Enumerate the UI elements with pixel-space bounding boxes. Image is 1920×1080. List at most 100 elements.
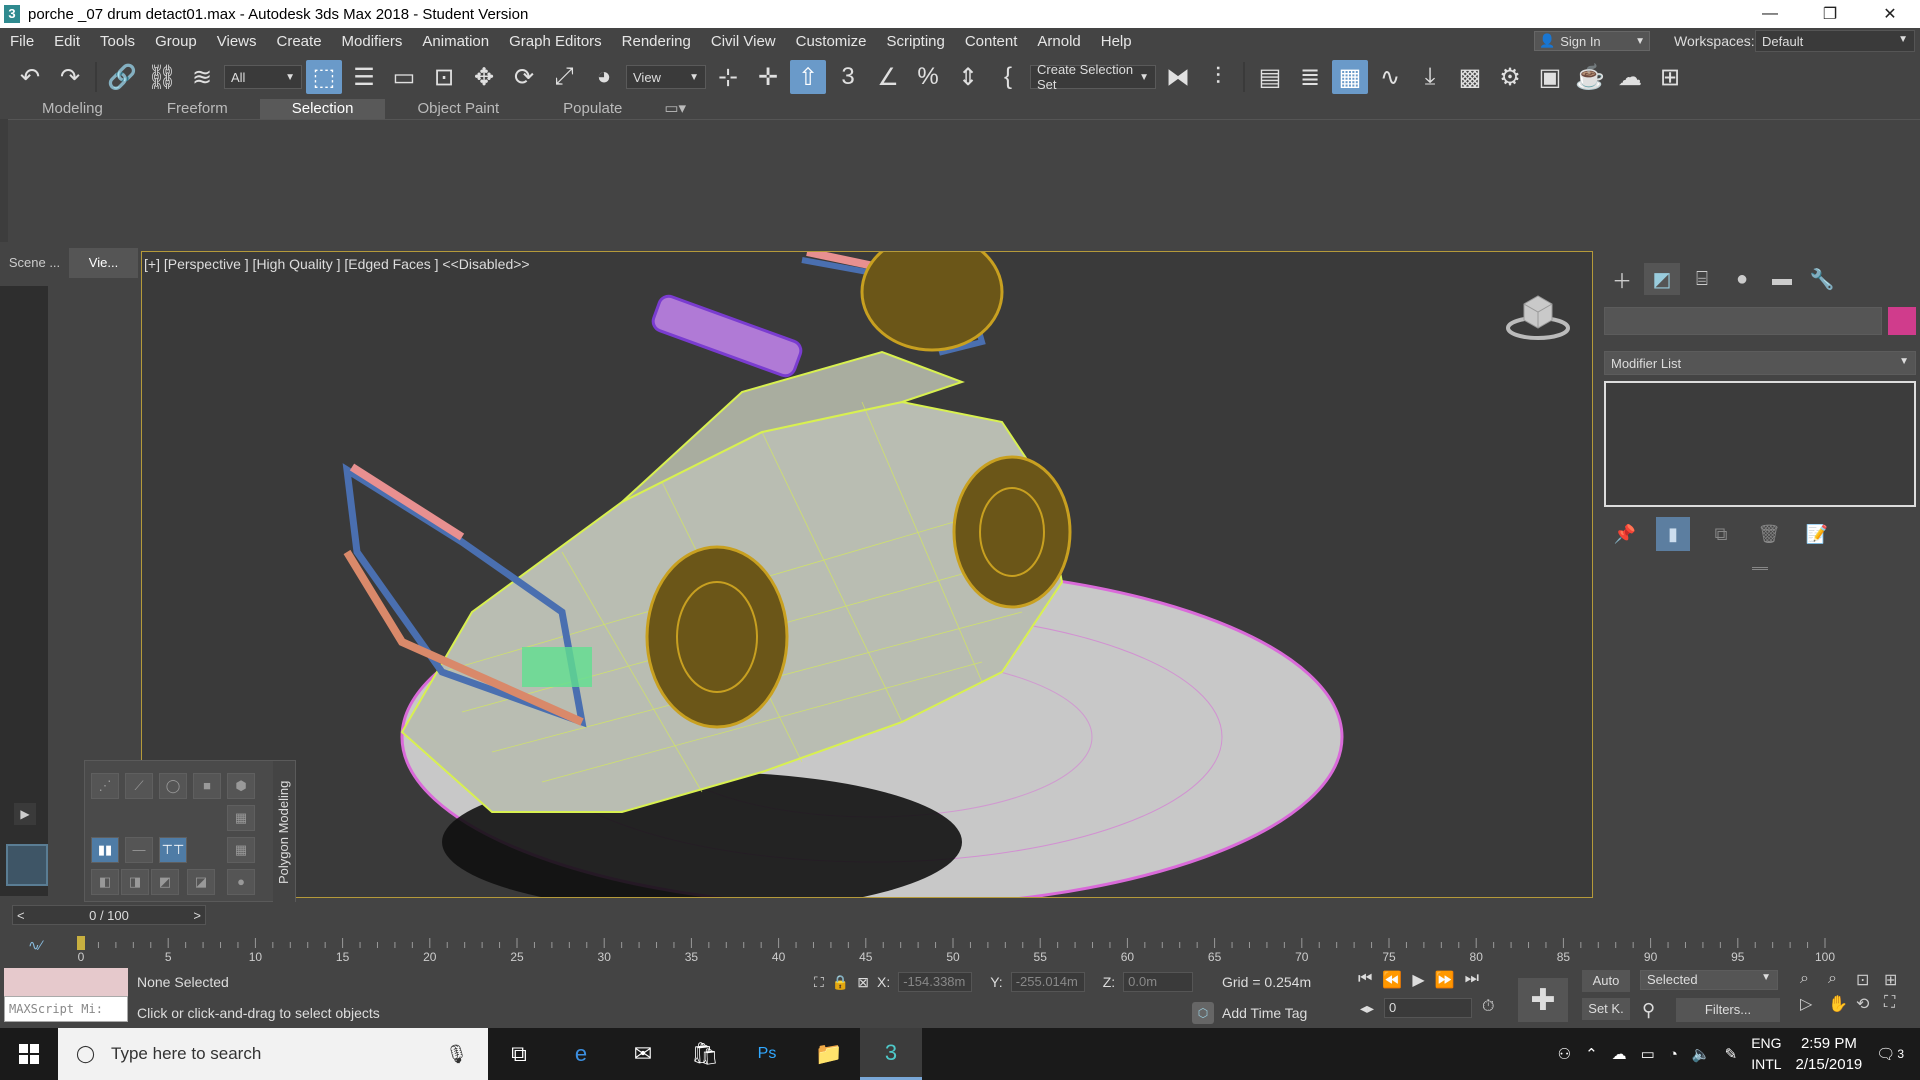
ribbon-grip[interactable] [0,100,8,242]
expand-arrow-icon[interactable]: ▶ [14,803,36,825]
current-frame-marker[interactable] [77,936,85,950]
motion-tab-icon[interactable]: ● [1724,263,1760,295]
reference-coordinate-select[interactable]: View ▼ [626,65,706,89]
go-to-end-icon[interactable]: ⏭ [1465,970,1479,990]
tab-object-paint[interactable]: Object Paint [385,99,531,119]
select-manipulate-icon[interactable]: ✛ [750,60,786,94]
tab-modeling[interactable]: Modeling [10,99,135,119]
pivot-center-icon[interactable]: ⊹ [710,60,746,94]
layer-explorer-icon[interactable]: ≣ [1292,60,1328,94]
go-to-start-icon[interactable]: ⏮ [1358,970,1372,990]
menu-create[interactable]: Create [267,33,332,50]
render-in-cloud-icon[interactable]: ☁ [1612,60,1648,94]
onedrive-icon[interactable]: ☁ [1612,1045,1627,1063]
photoshop-icon[interactable]: Ps [736,1028,798,1080]
curve-editor-mini-icon[interactable]: ∿⁄ [28,937,42,954]
zoom-extents-all-icon[interactable]: ⊞ [1884,970,1912,990]
object-name-field[interactable] [1604,307,1882,335]
panel-resize-grip[interactable] [1752,567,1768,570]
windows-start-icon[interactable] [0,1028,58,1080]
tab-scene-explorer[interactable]: Scene ... [0,248,69,278]
pan-icon[interactable]: ✋ [1828,994,1856,1014]
border-icon[interactable]: ◯ [159,773,187,799]
play-icon[interactable]: ▶ [1412,970,1424,990]
menu-help[interactable]: Help [1091,33,1142,50]
perspective-viewport[interactable] [141,251,1593,898]
tab-viewport-layouts[interactable]: Vie... [69,248,138,278]
timeline-ruler[interactable]: 0 5 10 15 20 25 30 35 40 45 50 55 60 65 70 75 80 85 90 95 10… [77,934,1851,962]
isolate-icon[interactable]: ⛶ [814,974,824,991]
bind-space-warp-icon[interactable]: ≋ [184,60,220,94]
people-icon[interactable]: ⚇ [1558,1045,1571,1063]
ribbon-options-icon[interactable]: ▭▾ [654,99,696,119]
y-coordinate-field[interactable]: -255.014m [1010,972,1085,992]
absolute-mode-icon[interactable]: ⊠ [857,974,869,991]
file-explorer-icon[interactable]: 📁 [798,1028,860,1080]
swift-loop-icon[interactable]: ⊤⊤ [159,837,187,863]
add-time-tag[interactable]: ⬡ Add Time Tag [1192,1002,1307,1024]
wifi-icon[interactable]: ◔ [1669,1046,1678,1063]
key-filters-icon[interactable]: ⚲ [1642,1000,1655,1021]
show-end-result-icon[interactable]: ▮ [1656,517,1690,551]
maxscript-output[interactable] [4,968,128,996]
viewport-label[interactable]: [+] [Perspective ] [High Quality ] [Edge… [144,256,530,272]
edit-named-selection-icon[interactable]: { [990,60,1026,94]
menu-customize[interactable]: Customize [786,33,877,50]
task-view-icon[interactable]: ⧉ [488,1028,550,1080]
zoom-all-icon[interactable]: ⌕ [1828,970,1856,990]
input-language[interactable]: ENG INTL [1751,1033,1781,1075]
battery-icon[interactable]: ▭ [1641,1045,1655,1063]
utilities-tab-icon[interactable]: 🔧 [1804,263,1840,295]
render-production-icon[interactable]: ☕ [1572,60,1608,94]
toggle-ribbon-icon[interactable]: ▦ [1332,60,1368,94]
maximize-viewport-icon[interactable]: ⛶ [1884,994,1912,1014]
scene-explorer-icon[interactable]: ▤ [1252,60,1288,94]
undo-icon[interactable]: ↶ [12,60,48,94]
viewport-layout-thumbnail[interactable] [6,844,48,886]
pen-workspace-icon[interactable]: ✎ [1725,1045,1738,1063]
polygon-icon[interactable]: ■ [193,773,221,799]
edge-browser-icon[interactable]: e [550,1028,612,1080]
modifier-stack[interactable] [1604,381,1916,507]
pin-stack-icon[interactable]: 📌 [1608,517,1642,551]
auto-key-button[interactable]: Auto [1582,970,1630,992]
create-selection-set-select[interactable]: Create Selection Set ▼ [1030,62,1156,92]
menu-graph-editors[interactable]: Graph Editors [499,33,612,50]
keyboard-shortcut-override-icon[interactable]: ⇧ [790,60,826,94]
edge-icon[interactable]: ⟋ [125,773,153,799]
lock-icon[interactable]: 🔒 [832,974,849,991]
menu-edit[interactable]: Edit [44,33,90,50]
menu-civil-view[interactable]: Civil View [701,33,786,50]
taskbar-search[interactable]: ◯ Type here to search 🎙 [58,1028,488,1080]
viewcube[interactable] [1500,286,1576,346]
x-coordinate-field[interactable]: -154.338m [898,972,973,992]
modifier-list-select[interactable]: Modifier List ▼ [1604,351,1916,375]
mirror-icon[interactable]: ⧓ [1160,60,1196,94]
element-icon[interactable]: ⬢ [227,773,255,799]
display-tab-icon[interactable]: ▬ [1764,263,1800,295]
select-move-icon[interactable]: ✥ [466,60,502,94]
window-crossing-icon[interactable]: ⊡ [426,60,462,94]
shrink-icon[interactable]: ▦ [227,837,255,863]
time-slider[interactable]: < 0 / 100 > [12,905,206,925]
maxscript-input[interactable]: MAXScript Mi: [4,996,128,1022]
tab-freeform[interactable]: Freeform [135,99,260,119]
ring-icon[interactable]: ▮▮ [91,837,119,863]
curve-editor-icon[interactable]: ∿ [1372,60,1408,94]
create-tab-icon[interactable]: ＋ [1604,263,1640,295]
schematic-view-icon[interactable]: ⤓ [1412,60,1448,94]
menu-content[interactable]: Content [955,33,1028,50]
spinner-snap-icon[interactable]: ⇕ [950,60,986,94]
selection-set-select[interactable]: Selected ▼ [1640,970,1778,990]
make-unique-icon[interactable]: ⧉ [1704,517,1738,551]
vertex-icon[interactable]: ⋰ [91,773,119,799]
render-setup-icon[interactable]: ⚙ [1492,60,1528,94]
key-mode-icon[interactable]: ◂▸ [1360,1000,1374,1017]
menu-scripting[interactable]: Scripting [876,33,954,50]
menu-rendering[interactable]: Rendering [612,33,701,50]
mail-icon[interactable]: ✉ [612,1028,674,1080]
sign-in-dropdown[interactable]: 👤 Sign In ▼ [1534,31,1650,51]
chamfer-icon[interactable]: ◧ [91,869,119,895]
menu-views[interactable]: Views [207,33,267,50]
object-color-swatch[interactable] [1888,307,1916,335]
